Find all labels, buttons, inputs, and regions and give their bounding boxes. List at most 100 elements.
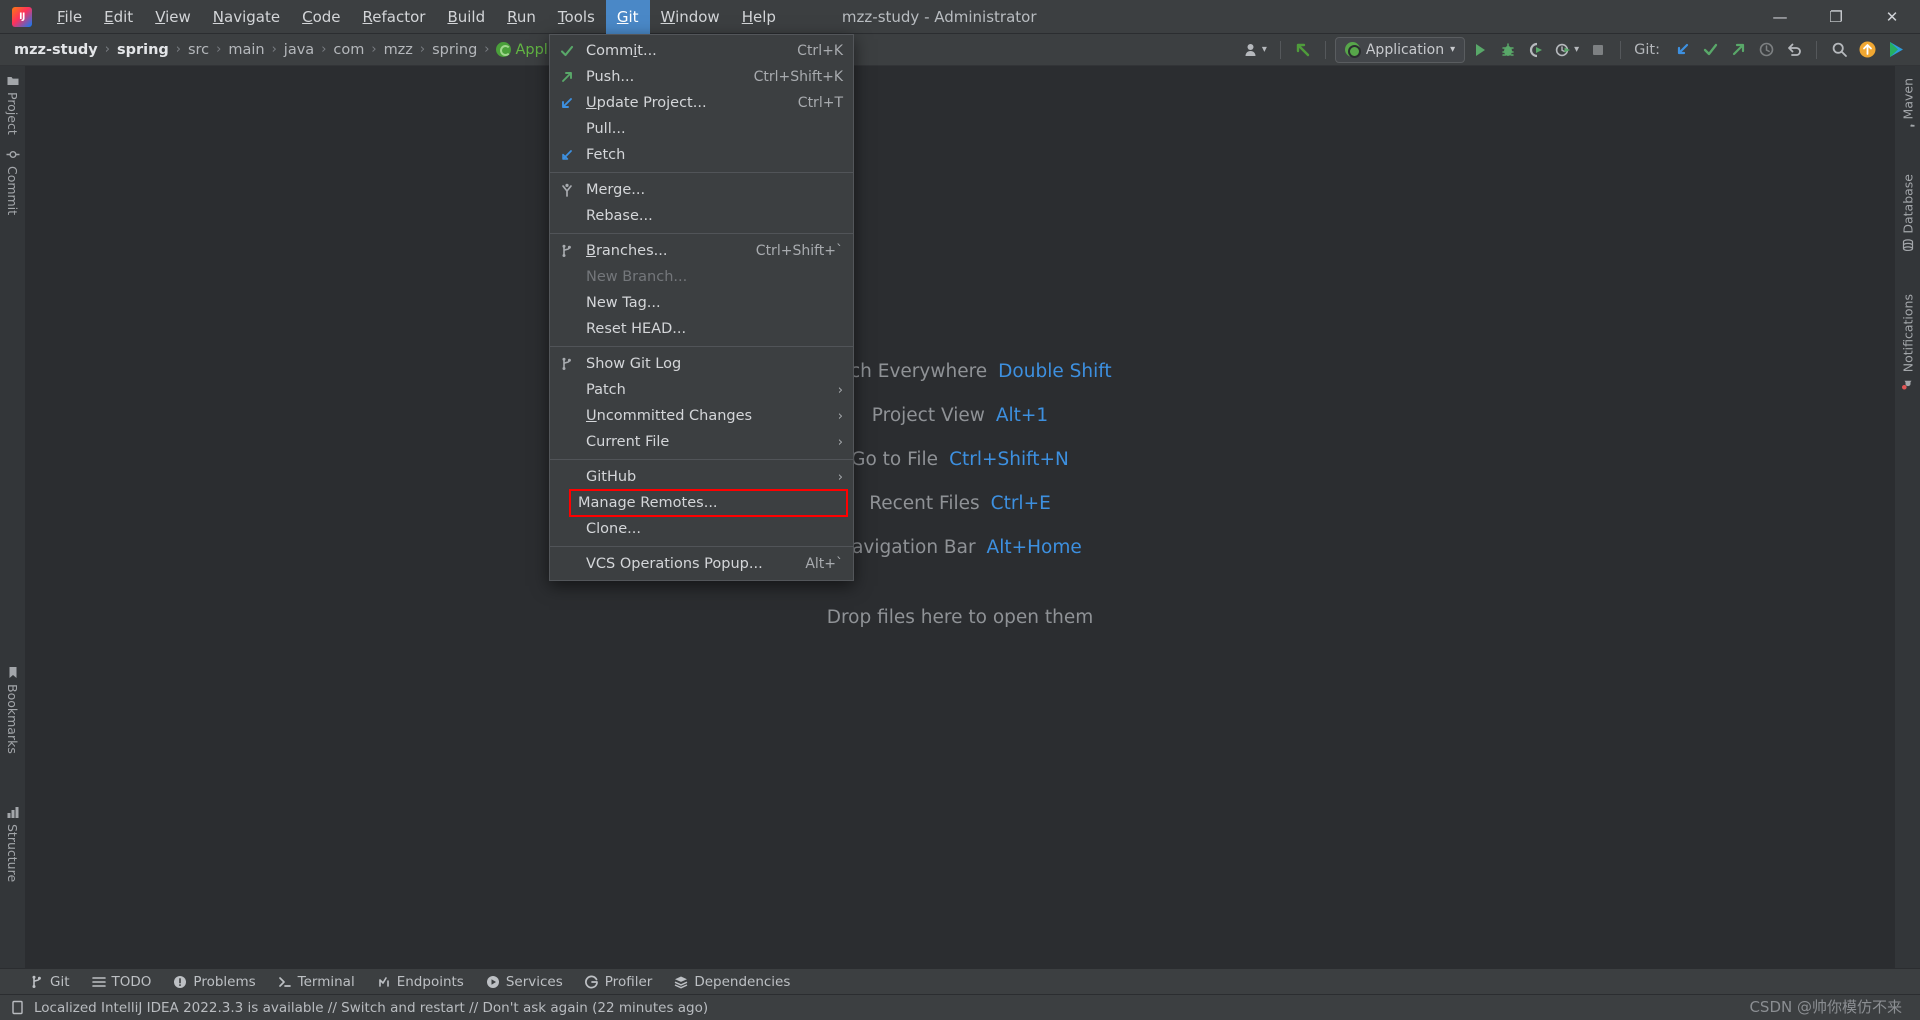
run-play-icon[interactable] (1467, 37, 1493, 63)
search-icon[interactable] (1826, 37, 1852, 63)
menu-view[interactable]: View (144, 0, 202, 34)
tool-window-profiler[interactable]: Profiler (584, 974, 652, 990)
endpoints-icon (378, 976, 389, 987)
menu-tools[interactable]: Tools (547, 0, 606, 34)
run-configuration-selector[interactable]: Application ▾ (1334, 36, 1466, 63)
debug-bug-icon[interactable] (1495, 37, 1521, 63)
git-update-project-icon[interactable] (1669, 37, 1695, 63)
git-commit-check-icon[interactable] (1697, 37, 1723, 63)
notification-update-icon[interactable] (1854, 37, 1881, 63)
git-menu-item-current-file[interactable]: Current File › (550, 429, 853, 455)
sidebar-item-bookmarks[interactable]: Bookmarks (5, 666, 20, 754)
git-rollback-icon[interactable] (1781, 37, 1807, 63)
sidebar-item-label: Bookmarks (5, 684, 20, 754)
breadcrumb-item-6[interactable]: mzz (384, 42, 413, 58)
branch-icon (558, 356, 576, 372)
breadcrumb-item-3[interactable]: main (228, 42, 264, 58)
git-menu-separator (550, 172, 853, 173)
tool-window-git[interactable]: Git (30, 974, 70, 990)
menu-navigate[interactable]: Navigate (202, 0, 291, 34)
menu-window[interactable]: Window (650, 0, 731, 34)
structure-icon (7, 807, 18, 818)
git-menu-item-vcs-operations-popup[interactable]: VCS Operations Popup... Alt+` (550, 551, 853, 577)
git-menu-item-merge[interactable]: Merge... (550, 177, 853, 203)
breadcrumb-item-2[interactable]: src (188, 42, 209, 58)
git-menu-item-clone[interactable]: Clone... (550, 516, 853, 542)
sidebar-item-label: Notifications (1900, 294, 1915, 373)
run-with-coverage-icon[interactable] (1523, 37, 1549, 63)
update-arrow-icon[interactable] (1290, 37, 1316, 63)
sidebar-item-database[interactable]: Database (1900, 174, 1915, 252)
git-menu-item-commit[interactable]: Commit... Ctrl+K (550, 38, 853, 64)
notifications-bell-icon (1901, 380, 1911, 390)
breadcrumb-item-1[interactable]: spring (117, 42, 169, 58)
commit-icon (6, 151, 19, 158)
profiler-clock-icon[interactable]: ▾ (1551, 37, 1583, 63)
profiler-icon (584, 975, 598, 988)
hint-key: Alt+Home (986, 537, 1082, 558)
git-menu-item-rebase[interactable]: Rebase... (550, 203, 853, 229)
tool-window-problems[interactable]: Problems (173, 974, 256, 990)
menu-refactor[interactable]: Refactor (352, 0, 437, 34)
git-history-clock-icon[interactable] (1753, 37, 1779, 63)
main-toolbar-actions: ▾ Application ▾ ▾ Git: (1240, 36, 1920, 63)
tool-window-terminal[interactable]: Terminal (278, 974, 355, 990)
maximize-button[interactable]: ❐ (1808, 0, 1864, 34)
tool-window-label: TODO (111, 973, 152, 990)
spring-boot-class-icon (496, 42, 512, 57)
menu-build[interactable]: Build (436, 0, 496, 34)
git-menu-item-manage-remotes[interactable]: Manage Remotes... (569, 489, 848, 517)
breadcrumb-item-0[interactable]: mzz-study (14, 42, 98, 58)
git-menu-item-patch[interactable]: Patch › (550, 377, 853, 403)
hint-label: Project View (871, 405, 985, 426)
breadcrumb-item-7[interactable]: spring (432, 42, 477, 58)
blank-icon (558, 295, 576, 311)
breadcrumb-item-8[interactable]: Appl (515, 42, 547, 58)
sidebar-item-project[interactable]: Project (5, 74, 20, 135)
git-menu-item-show-git-log[interactable]: Show Git Log (550, 351, 853, 377)
branch-icon (558, 243, 576, 259)
tool-window-todo[interactable]: TODO (91, 973, 152, 990)
breadcrumb-separator: › (321, 42, 327, 57)
sidebar-item-commit[interactable]: Commit (5, 148, 20, 215)
sidebar-item-maven[interactable]: m Maven (1900, 78, 1915, 137)
minimize-button[interactable]: — (1752, 0, 1808, 34)
breadcrumb-item-5[interactable]: com (333, 42, 364, 58)
git-menu-item-reset-head[interactable]: Reset HEAD... (550, 316, 853, 342)
menu-code[interactable]: Code (291, 0, 351, 34)
git-menu-label: Update Project... (586, 95, 707, 111)
git-menu-label: Show Git Log (586, 356, 682, 372)
ide-services-icon[interactable] (1883, 37, 1910, 63)
breadcrumb-separator: › (371, 42, 377, 57)
tool-window-label: Dependencies (694, 973, 791, 990)
tool-window-endpoints[interactable]: Endpoints (377, 974, 464, 990)
window-controls: — ❐ ✕ (1752, 0, 1920, 34)
git-push-arrow-icon[interactable] (1725, 37, 1751, 63)
git-menu-item-uncommitted-changes[interactable]: Uncommitted Changes › (550, 403, 853, 429)
menu-help[interactable]: Help (731, 0, 787, 34)
menu-file[interactable]: File (46, 0, 93, 34)
git-menu-item-push[interactable]: Push... Ctrl+Shift+K (550, 64, 853, 90)
sidebar-item-notifications[interactable]: Notifications (1900, 294, 1915, 390)
menu-git[interactable]: Git (605, 0, 650, 34)
blank-icon (558, 121, 576, 137)
menu-edit[interactable]: Edit (93, 0, 144, 34)
menu-run[interactable]: Run (496, 0, 547, 34)
close-button[interactable]: ✕ (1864, 0, 1920, 34)
git-menu-item-fetch[interactable]: Fetch (550, 142, 853, 168)
git-menu-item-branches[interactable]: Branches... Ctrl+Shift+` (550, 238, 853, 264)
breadcrumb-item-4[interactable]: java (284, 42, 314, 58)
hint-key: Ctrl+E (990, 493, 1051, 514)
git-menu-item-pull[interactable]: Pull... (550, 116, 853, 142)
git-menu-item-update-project[interactable]: Update Project... Ctrl+T (550, 90, 853, 116)
git-menu-item-github[interactable]: GitHub › (550, 464, 853, 490)
git-menu-separator (550, 546, 853, 547)
git-menu-item-new-tag[interactable]: New Tag... (550, 290, 853, 316)
stop-square-icon[interactable] (1585, 37, 1611, 63)
sidebar-item-structure[interactable]: Structure (5, 806, 20, 882)
tool-window-dependencies[interactable]: Dependencies (674, 974, 790, 990)
user-account-icon[interactable]: ▾ (1240, 37, 1271, 63)
tool-window-services[interactable]: Services (486, 974, 563, 990)
git-menu-popup: Commit... Ctrl+K Push... Ctrl+Shift+K Up… (549, 34, 854, 581)
git-menu-label: Reset HEAD... (586, 321, 687, 337)
